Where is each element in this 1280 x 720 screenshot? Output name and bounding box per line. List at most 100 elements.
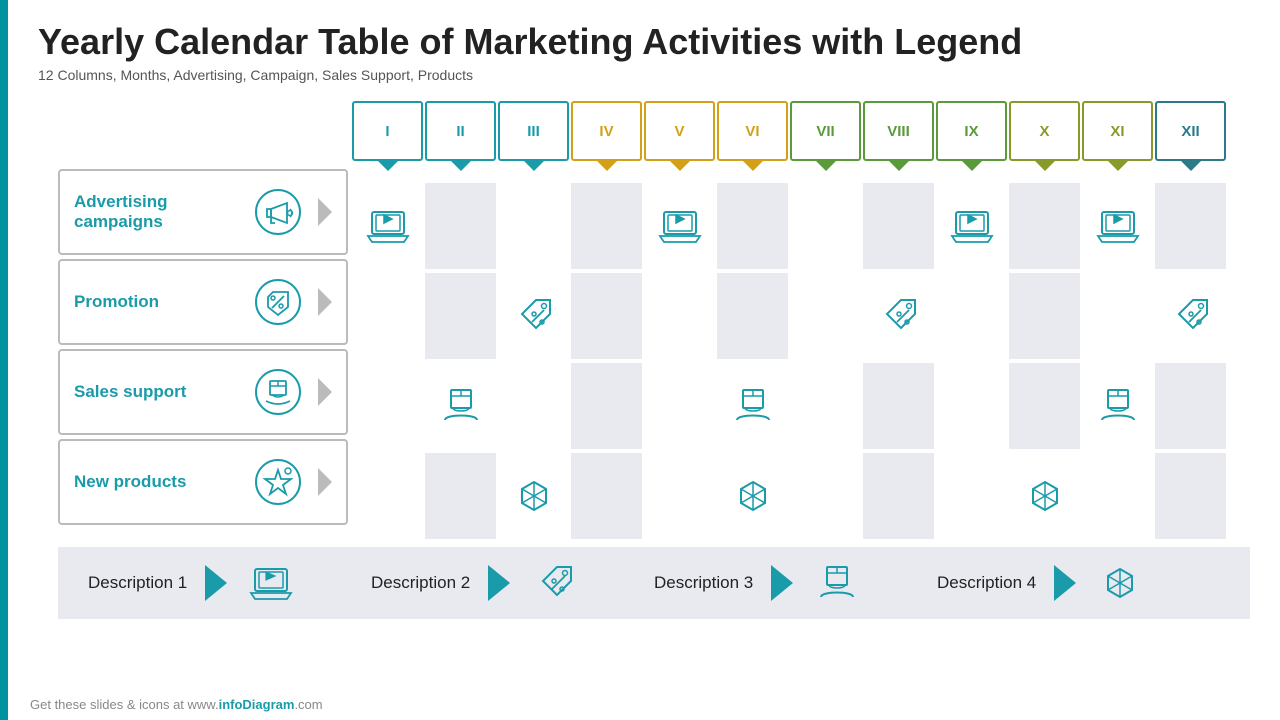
cell-prod-4 [644,453,715,539]
cell-prod-11 [1155,453,1226,539]
cube-icon-prod-2 [509,471,559,521]
month-VII: VII [790,101,861,161]
legend-arrow-3 [771,565,793,601]
data-row-promotion [352,273,1228,359]
cell-adv-5 [717,183,788,269]
laptop-icon-adv-0 [363,201,413,251]
data-rows [352,183,1228,539]
cell-prod-1 [425,453,496,539]
hand-box-icon-sales-10 [1093,381,1143,431]
row-label-arrow-3 [318,378,332,406]
legend-item-1: Description 1 [88,557,371,609]
cell-sales-4 [644,363,715,449]
cell-adv-9 [1009,183,1080,269]
cell-adv-4 [644,183,715,269]
legend-laptop-icon [245,557,297,609]
legend-price-tag-icon [528,557,580,609]
legend-bar: Description 1 Description 2 [58,547,1250,619]
cell-prod-5 [717,453,788,539]
cell-promo-2 [498,273,569,359]
star-icon [252,456,304,508]
cell-adv-0 [352,183,423,269]
cell-promo-6 [790,273,861,359]
cube-icon-prod-9 [1020,471,1070,521]
legend-item-3: Description 3 [654,557,937,609]
cell-sales-11 [1155,363,1226,449]
cell-sales-7 [863,363,934,449]
month-II: II [425,101,496,161]
cell-prod-6 [790,453,861,539]
teal-accent-bar [0,0,8,720]
row-labels: Advertising campaigns [58,169,348,539]
row-label-text-sales: Sales support [74,382,240,402]
price-tag-icon-promo-11 [1166,291,1216,341]
month-XII: XII [1155,101,1226,161]
cell-adv-10 [1082,183,1153,269]
cell-prod-10 [1082,453,1153,539]
legend-cube-icon [1094,557,1146,609]
footer-text: Get these slides & icons at www.infoDiag… [30,697,323,712]
legend-item-4: Description 4 [937,557,1220,609]
cell-prod-3 [571,453,642,539]
cell-promo-4 [644,273,715,359]
month-headers: I II III IV V VI VII VIII IX X XI XII [352,101,1228,161]
hand-box-icon-sales-5 [728,381,778,431]
legend-hand-box-icon [811,557,863,609]
month-VIII: VIII [863,101,934,161]
row-label-sales: Sales support [58,349,348,435]
cell-sales-10 [1082,363,1153,449]
cell-sales-8 [936,363,1007,449]
cell-adv-8 [936,183,1007,269]
legend-label-4: Description 4 [937,573,1036,593]
cube-icon-prod-5 [728,471,778,521]
row-label-text-promotion: Promotion [74,292,240,312]
row-label-promotion: Promotion [58,259,348,345]
cell-sales-0 [352,363,423,449]
row-label-arrow-1 [318,198,332,226]
row-label-text-products: New products [74,472,240,492]
legend-arrow-2 [488,565,510,601]
cell-promo-10 [1082,273,1153,359]
legend-label-2: Description 2 [371,573,470,593]
month-IV: IV [571,101,642,161]
calendar-grid: I II III IV V VI VII VIII IX X XI XII [352,101,1228,539]
page-title: Yearly Calendar Table of Marketing Activ… [38,20,1250,63]
cell-adv-6 [790,183,861,269]
cell-prod-0 [352,453,423,539]
cell-promo-3 [571,273,642,359]
cell-prod-8 [936,453,1007,539]
laptop-icon-adv-8 [947,201,997,251]
month-V: V [644,101,715,161]
cell-promo-9 [1009,273,1080,359]
cell-adv-11 [1155,183,1226,269]
cell-adv-3 [571,183,642,269]
month-IX: IX [936,101,1007,161]
cell-sales-5 [717,363,788,449]
price-tag-icon-promo-2 [509,291,559,341]
cell-adv-1 [425,183,496,269]
data-row-advertising [352,183,1228,269]
megaphone-icon [252,186,304,238]
month-XI: XI [1082,101,1153,161]
data-row-sales [352,363,1228,449]
legend-arrow-4 [1054,565,1076,601]
legend-label-1: Description 1 [88,573,187,593]
row-label-arrow-4 [318,468,332,496]
cell-prod-9 [1009,453,1080,539]
page-subtitle: 12 Columns, Months, Advertising, Campaig… [38,67,1250,83]
cell-prod-2 [498,453,569,539]
cell-sales-9 [1009,363,1080,449]
cell-promo-0 [352,273,423,359]
data-row-products [352,453,1228,539]
cell-promo-11 [1155,273,1226,359]
laptop-icon-adv-10 [1093,201,1143,251]
cell-adv-2 [498,183,569,269]
row-label-products: New products [58,439,348,525]
cell-sales-3 [571,363,642,449]
row-label-arrow-2 [318,288,332,316]
cell-sales-6 [790,363,861,449]
laptop-icon-adv-4 [655,201,705,251]
month-III: III [498,101,569,161]
hand-box-icon-sales-1 [436,381,486,431]
box-hand-icon [252,366,304,418]
